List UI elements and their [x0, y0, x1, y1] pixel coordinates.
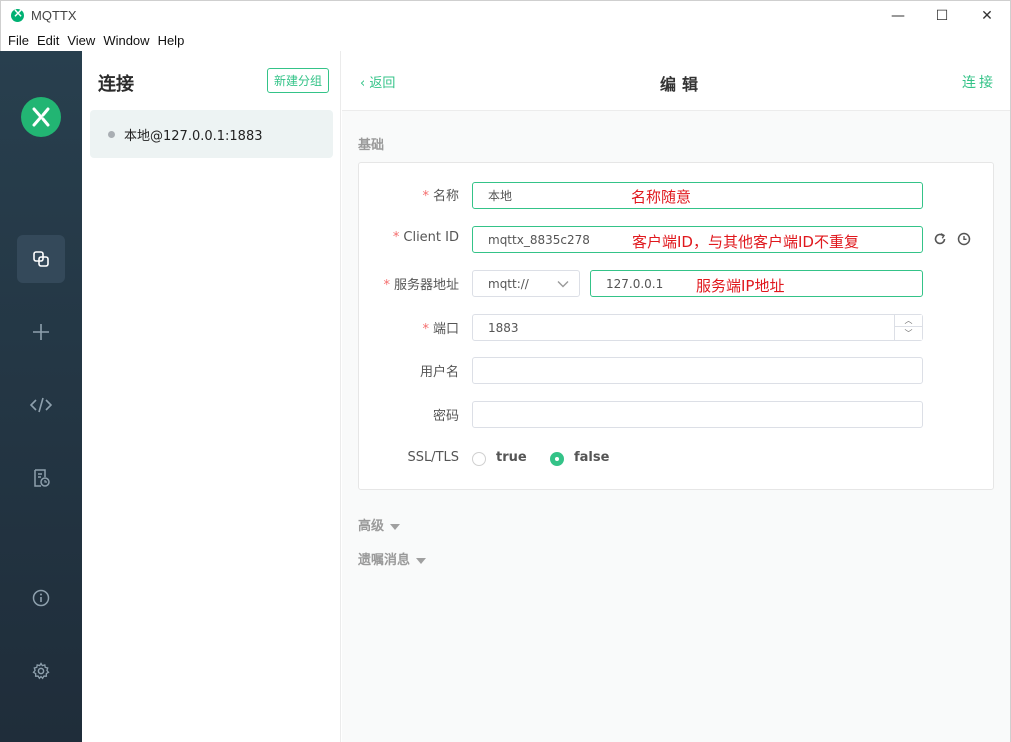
menu-view[interactable]: View — [67, 33, 95, 48]
connection-list-panel: 连接 新建分组 本地@127.0.0.1:1883 — [82, 51, 341, 742]
edit-header: ‹ 返回 编辑 连接 — [342, 51, 1010, 111]
page-title: 编辑 — [659, 75, 704, 94]
password-field[interactable] — [472, 401, 923, 428]
connect-button[interactable]: 连接 — [962, 72, 996, 92]
port-stepper[interactable]: ︿ ﹀ — [894, 315, 922, 340]
will-message-label: 遗嘱消息 — [358, 553, 411, 568]
clock-icon[interactable] — [957, 232, 971, 246]
will-message-toggle[interactable]: 遗嘱消息 — [358, 549, 427, 568]
connections-button[interactable] — [17, 235, 65, 283]
ssl-true-label[interactable]: true — [496, 450, 527, 465]
connection-item[interactable]: 本地@127.0.0.1:1883 — [90, 110, 333, 158]
name-annotation: 名称随意 — [631, 188, 692, 206]
ssl-true-radio[interactable] — [472, 452, 486, 466]
connections-icon — [33, 251, 49, 267]
connection-name: 本地@127.0.0.1:1883 — [124, 128, 263, 144]
connection-status-dot — [108, 130, 115, 138]
username-label: 用户名 — [419, 365, 459, 380]
client-id-annotation: 客户端ID，与其他客户端ID不重复 — [632, 233, 859, 251]
caret-down-icon — [390, 523, 401, 530]
title-bar: MQTTX — ☐ ✕ — [0, 0, 1011, 30]
host-value: 127.0.0.1 — [606, 276, 664, 291]
host-annotation: 服务端IP地址 — [696, 277, 785, 295]
close-button[interactable]: ✕ — [964, 1, 1010, 31]
log-icon — [34, 469, 50, 487]
connections-title: 连接 — [98, 74, 134, 95]
code-icon — [30, 397, 52, 413]
about-button[interactable] — [17, 574, 65, 622]
advanced-label: 高级 — [358, 519, 385, 534]
gear-icon — [32, 662, 50, 680]
info-icon — [32, 589, 50, 607]
edit-connection-panel: ‹ 返回 编辑 连接 基础 * 名称 本地 名称随意 * Client ID mqt… — [342, 51, 1011, 742]
basic-section-label: 基础 — [358, 138, 385, 153]
menu-file[interactable]: File — [8, 33, 29, 48]
menu-help[interactable]: Help — [158, 33, 185, 48]
new-connection-button[interactable] — [17, 308, 65, 356]
menu-window[interactable]: Window — [103, 33, 149, 48]
minimize-button[interactable]: — — [875, 1, 921, 31]
name-value: 本地 — [488, 189, 513, 203]
ssl-false-radio[interactable] — [550, 452, 564, 466]
caret-down-icon — [416, 557, 427, 564]
protocol-select[interactable]: mqtt:// — [472, 270, 580, 297]
menu-edit[interactable]: Edit — [37, 33, 59, 48]
script-button[interactable] — [17, 381, 65, 429]
settings-button[interactable] — [17, 647, 65, 695]
host-label: * 服务器地址 — [383, 278, 459, 293]
name-label: * 名称 — [422, 189, 459, 204]
plus-icon — [33, 324, 49, 340]
log-button[interactable] — [17, 454, 65, 502]
window-title: MQTTX — [31, 8, 77, 23]
app-logo-icon — [21, 97, 61, 137]
new-group-button[interactable]: 新建分组 — [267, 68, 329, 93]
increment-icon[interactable]: ︿ — [895, 315, 922, 327]
menu-bar: File Edit View Window Help — [0, 30, 1011, 51]
password-label: 密码 — [432, 409, 459, 424]
icon-sidebar — [0, 51, 82, 742]
port-field[interactable]: 1883 ︿ ﹀ — [472, 314, 923, 341]
client-id-label: * Client ID — [392, 230, 459, 245]
protocol-value: mqtt:// — [488, 276, 529, 291]
chevron-down-icon — [557, 281, 569, 288]
basic-settings-card: * 名称 本地 名称随意 * Client ID mqttx_8835c278 客户… — [358, 162, 994, 490]
advanced-toggle[interactable]: 高级 — [358, 515, 401, 534]
client-id-value: mqttx_8835c278 — [488, 232, 590, 247]
maximize-button[interactable]: ☐ — [919, 1, 965, 31]
ssl-label: SSL/TLS — [407, 450, 459, 465]
port-value: 1883 — [488, 320, 519, 335]
port-label: * 端口 — [422, 322, 459, 337]
decrement-icon[interactable]: ﹀ — [895, 327, 922, 339]
username-field[interactable] — [472, 357, 923, 384]
name-field[interactable]: 本地 — [472, 182, 923, 209]
ssl-false-label[interactable]: false — [574, 450, 609, 465]
refresh-icon[interactable] — [933, 232, 947, 246]
mqttx-logo-icon — [11, 6, 24, 22]
